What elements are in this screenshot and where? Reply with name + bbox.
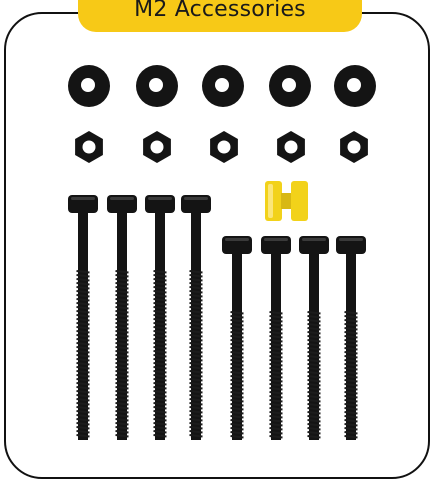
- hex-nut-icon: [75, 131, 103, 163]
- washer-icon: [68, 65, 110, 107]
- screw-icon: [145, 195, 175, 440]
- washer-icon: [136, 65, 178, 107]
- washer-icon: [269, 65, 311, 107]
- screw-icon: [299, 236, 329, 440]
- screw-icon: [68, 195, 98, 440]
- hex-nut-icon: [210, 131, 238, 163]
- hex-nut-icon: [277, 131, 305, 163]
- screw-icon: [222, 236, 252, 440]
- screw-icon: [181, 195, 211, 440]
- screw-icon: [336, 236, 366, 440]
- hex-nut-icon: [340, 131, 368, 163]
- washer-icon: [334, 65, 376, 107]
- screw-icon: [107, 195, 137, 440]
- screw-icon: [261, 236, 291, 440]
- parts-illustration: [68, 65, 376, 440]
- spacer-icon: [265, 181, 308, 221]
- hex-nut-icon: [143, 131, 171, 163]
- washer-icon: [202, 65, 244, 107]
